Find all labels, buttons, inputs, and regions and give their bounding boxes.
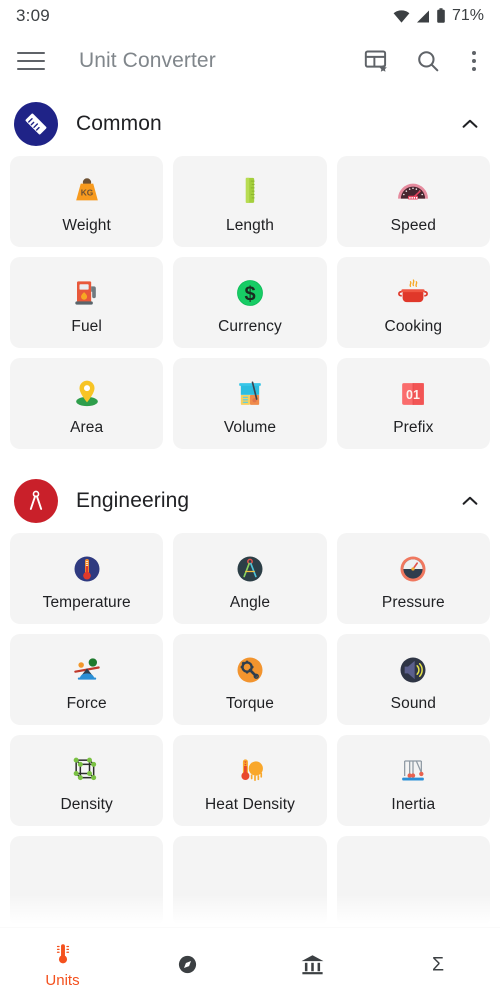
category-card-cooking[interactable]: Cooking: [336, 257, 490, 348]
app-bar: Unit Converter: [0, 32, 500, 90]
protractor-compass-icon: [230, 546, 270, 592]
category-label: Cooking: [384, 317, 443, 335]
newtons-cradle-icon: [393, 748, 433, 794]
category-label: Pressure: [381, 593, 445, 611]
category-card-partial[interactable]: [173, 836, 327, 927]
battery-icon: [437, 8, 445, 23]
hamburger-menu-icon[interactable]: [17, 46, 47, 76]
ruler-vertical-icon: [230, 169, 270, 215]
nav-item-sigma[interactable]: Σ: [375, 928, 500, 1000]
category-card-pressure[interactable]: Pressure: [336, 533, 490, 624]
category-label: Inertia: [391, 795, 436, 813]
category-card-inertia[interactable]: Inertia: [336, 735, 490, 826]
wrench-gear-icon: [230, 647, 270, 693]
sigma-icon: Σ: [425, 949, 451, 979]
ruler-icon: [14, 102, 58, 146]
category-label: Prefix: [393, 418, 434, 436]
row-spacer: [0, 826, 500, 836]
favorites-dashboard-icon[interactable]: [361, 46, 391, 76]
category-card-volume[interactable]: Volume: [173, 358, 327, 449]
map-pin-icon: [67, 371, 107, 417]
chevron-up-icon[interactable]: [458, 112, 482, 136]
weight-kg-icon: KG: [67, 169, 107, 215]
category-card-currency[interactable]: $ Currency: [173, 257, 327, 348]
cellular-signal-icon: [416, 10, 429, 22]
nav-item-bank[interactable]: [250, 928, 375, 1000]
unit-converter-app: 3:09 71% Unit Converter Common KG Weight…: [0, 0, 500, 1000]
section-title: Engineering: [76, 489, 190, 512]
category-label: Temperature: [42, 593, 131, 611]
seesaw-balance-icon: [67, 647, 107, 693]
category-card-prefix[interactable]: 01 Prefix: [336, 358, 490, 449]
wifi-icon: [393, 9, 410, 23]
speedometer-icon: [393, 169, 433, 215]
category-card-area[interactable]: Area: [10, 358, 164, 449]
category-label: Volume: [223, 418, 277, 436]
category-grid-common: KG Weight Length Speed Fuel $ Currency C…: [0, 156, 500, 449]
cooking-pot-icon: [393, 270, 433, 316]
category-label: Force: [66, 694, 107, 712]
thermometer-icon: [50, 939, 76, 969]
compass-divider-icon: [14, 479, 58, 523]
speaker-sound-icon: [393, 647, 433, 693]
svg-text:$: $: [244, 283, 255, 305]
compass-icon: [175, 949, 200, 979]
status-indicators: 71%: [393, 7, 484, 25]
section-header-common[interactable]: Common: [0, 90, 500, 156]
category-label: Area: [70, 418, 104, 436]
nav-item-compass[interactable]: [125, 928, 250, 1000]
svg-text:Σ: Σ: [431, 954, 443, 976]
category-card-force[interactable]: Force: [10, 634, 164, 725]
category-grid-engineering-overflow: [0, 836, 500, 927]
battery-percent: 71%: [451, 7, 484, 24]
molecule-cube-icon: [67, 748, 107, 794]
category-label: Torque: [225, 694, 274, 712]
category-label: Density: [60, 795, 113, 813]
category-card-sound[interactable]: Sound: [336, 634, 490, 725]
pressure-gauge-icon: [393, 546, 433, 592]
category-card-temperature[interactable]: Temperature: [10, 533, 164, 624]
category-card-length[interactable]: Length: [173, 156, 327, 247]
category-label: Currency: [218, 317, 282, 335]
category-card-partial[interactable]: [336, 836, 490, 927]
page-title: Unit Converter: [79, 49, 216, 72]
dollar-coin-icon: $: [230, 270, 270, 316]
category-label: Weight: [62, 216, 111, 234]
category-card-density[interactable]: Density: [10, 735, 164, 826]
chevron-up-icon[interactable]: [458, 489, 482, 513]
overflow-menu-icon[interactable]: [465, 51, 483, 71]
category-card-heat-density[interactable]: Heat Density: [173, 735, 327, 826]
section-header-engineering[interactable]: Engineering: [0, 467, 500, 533]
status-time: 3:09: [16, 6, 50, 25]
thermometer-sun-icon: [230, 748, 270, 794]
category-scroll-area[interactable]: Common KG Weight Length Speed Fuel $ Cur…: [0, 90, 500, 928]
category-card-angle[interactable]: Angle: [173, 533, 327, 624]
category-card-fuel[interactable]: Fuel: [10, 257, 164, 348]
category-label: Fuel: [71, 317, 102, 335]
category-label: Speed: [390, 216, 436, 234]
category-label: Angle: [229, 593, 271, 611]
bank-icon: [299, 949, 326, 979]
category-card-weight[interactable]: KG Weight: [10, 156, 164, 247]
category-card-speed[interactable]: Speed: [336, 156, 490, 247]
category-label: Sound: [390, 694, 436, 712]
status-bar: 3:09 71%: [0, 0, 500, 32]
category-card-partial[interactable]: [10, 836, 164, 927]
app-bar-actions: [361, 46, 483, 76]
beaker-icon: [230, 371, 270, 417]
nav-item-units[interactable]: Units: [0, 928, 125, 1000]
nav-label-units: Units: [45, 972, 80, 989]
flip-number-01-icon: 01: [393, 371, 433, 417]
search-icon[interactable]: [413, 46, 443, 76]
section-title: Common: [76, 112, 162, 135]
category-card-torque[interactable]: Torque: [173, 634, 327, 725]
category-label: Heat Density: [205, 795, 295, 813]
fuel-pump-icon: [67, 270, 107, 316]
category-grid-engineering: Temperature Angle Pressure Force Torque …: [0, 533, 500, 826]
category-label: Length: [225, 216, 274, 234]
thermometer-circle-icon: [67, 546, 107, 592]
svg-text:KG: KG: [80, 187, 93, 197]
bottom-navigation: Units Σ: [0, 928, 500, 1000]
